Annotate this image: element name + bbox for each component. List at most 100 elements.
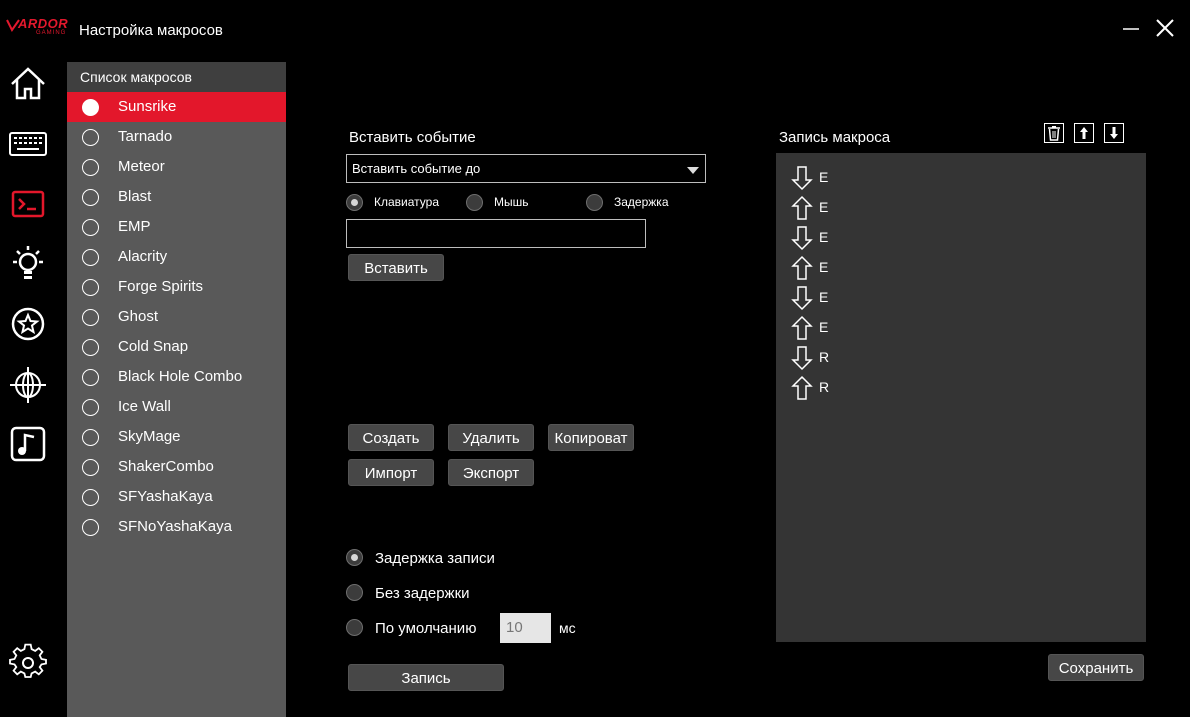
radio-icon (82, 249, 99, 266)
arrow-up-icon (1080, 127, 1088, 139)
radio-icon (82, 339, 99, 356)
nav-keyboard[interactable] (8, 124, 48, 164)
macro-list: Sunsrike Tarnado Meteor Blast EMP Alacrity For… (67, 92, 286, 542)
event-key: R (819, 379, 830, 395)
close-button[interactable] (1151, 14, 1179, 42)
move-down-button[interactable] (1104, 123, 1124, 143)
key-down-arrow-icon (791, 346, 813, 371)
macro-list-item[interactable]: Forge Spirits (67, 272, 286, 302)
radio-icon (82, 219, 99, 236)
delete-button[interactable]: Удалить (448, 424, 534, 451)
gear-icon (9, 643, 47, 678)
recording-event-row[interactable]: E (790, 195, 990, 221)
nav-music[interactable] (8, 424, 48, 464)
macro-list-item[interactable]: SFNoYashaKaya (67, 512, 286, 542)
import-button[interactable]: Импорт (348, 459, 434, 486)
recording-event-row[interactable]: E (790, 255, 990, 281)
radio-icon (346, 549, 363, 566)
default-delay-input[interactable]: 10 (500, 613, 551, 643)
nav-settings[interactable] (8, 643, 48, 683)
macro-list-item[interactable]: Black Hole Combo (67, 362, 286, 392)
macro-list-item[interactable]: EMP (67, 212, 286, 242)
keyboard-icon (9, 132, 47, 156)
radio-icon (82, 369, 99, 386)
radio-icon (82, 399, 99, 416)
key-down-arrow-icon (791, 226, 813, 251)
macro-list-item[interactable]: SkyMage (67, 422, 286, 452)
create-button[interactable]: Создать (348, 424, 434, 451)
macro-list-item[interactable]: SFYashaKaya (67, 482, 286, 512)
macro-name: Black Hole Combo (118, 368, 243, 385)
title-bar: ARDOR GAMING Настройка макросов (0, 0, 1190, 62)
event-key: E (819, 229, 829, 245)
recording-event-row[interactable]: E (790, 315, 990, 341)
radio-icon (82, 429, 99, 446)
key-up-arrow-icon (791, 195, 813, 220)
radio-icon (82, 489, 99, 506)
insert-button[interactable]: Вставить (348, 254, 444, 281)
event-type-label: Клавиатура (374, 195, 439, 209)
delay-unit-label: мс (559, 620, 576, 636)
macro-name: Alacrity (118, 248, 168, 265)
event-key: E (819, 259, 829, 275)
nav-network[interactable] (8, 364, 48, 404)
recording-event-row[interactable]: R (790, 345, 990, 371)
terminal-icon (11, 190, 45, 218)
radio-icon (82, 99, 99, 116)
event-key: E (819, 319, 829, 335)
radio-icon (82, 129, 99, 146)
event-key: E (819, 199, 829, 215)
event-key: R (819, 349, 830, 365)
macro-name: Blast (118, 188, 152, 205)
insert-position-select[interactable]: Вставить событие до (346, 154, 706, 183)
macro-list-item[interactable]: Meteor (67, 152, 286, 182)
copy-button[interactable]: Копироват (548, 424, 634, 451)
insert-event-label: Вставить событие (349, 129, 476, 146)
ardor-logo: ARDOR GAMING (6, 16, 74, 42)
recording-list[interactable]: EEEEEERR (776, 153, 1146, 642)
macro-name: SFYashaKaya (118, 488, 213, 505)
macro-list-item[interactable]: ShakerCombo (67, 452, 286, 482)
move-up-button[interactable] (1074, 123, 1094, 143)
trash-icon (1048, 126, 1060, 141)
delete-event-button[interactable] (1044, 123, 1064, 143)
record-button[interactable]: Запись (348, 664, 504, 691)
delay-option-label: Без задержки (375, 585, 470, 602)
event-value-input[interactable] (346, 219, 646, 248)
nav-lighting[interactable] (8, 244, 48, 284)
delay-option-label: Задержка записи (375, 550, 495, 567)
globe-icon (10, 367, 46, 403)
radio-icon (82, 459, 99, 476)
key-up-arrow-icon (791, 315, 813, 340)
radio-icon (346, 584, 363, 601)
macro-list-item[interactable]: Ghost (67, 302, 286, 332)
macro-list-item[interactable]: Tarnado (67, 122, 286, 152)
chevron-down-icon (687, 167, 699, 174)
macro-list-item[interactable]: Alacrity (67, 242, 286, 272)
minimize-icon (1123, 28, 1139, 30)
recording-event-row[interactable]: R (790, 375, 990, 401)
recording-event-row[interactable]: E (790, 165, 990, 191)
radio-icon (82, 519, 99, 536)
macro-name: Forge Spirits (118, 278, 204, 295)
nav-home[interactable] (8, 64, 48, 104)
nav-favorites[interactable] (8, 304, 48, 344)
event-key: E (819, 169, 829, 185)
macro-list-item[interactable]: Cold Snap (67, 332, 286, 362)
macro-name: ShakerCombo (118, 458, 214, 475)
minimize-button[interactable] (1117, 14, 1145, 42)
export-button[interactable]: Экспорт (448, 459, 534, 486)
macro-name: Cold Snap (118, 338, 189, 355)
macro-list-item[interactable]: Sunsrike (67, 92, 286, 122)
logo-subtext: GAMING (36, 30, 67, 36)
bulb-icon (13, 246, 43, 279)
event-type-label: Задержка (614, 195, 669, 209)
macro-list-item[interactable]: Blast (67, 182, 286, 212)
save-button[interactable]: Сохранить (1048, 654, 1144, 681)
recording-event-row[interactable]: E (790, 285, 990, 311)
radio-icon (82, 309, 99, 326)
nav-macro[interactable] (8, 184, 48, 224)
window-title: Настройка макросов (79, 22, 223, 39)
macro-list-item[interactable]: Ice Wall (67, 392, 286, 422)
recording-event-row[interactable]: E (790, 225, 990, 251)
